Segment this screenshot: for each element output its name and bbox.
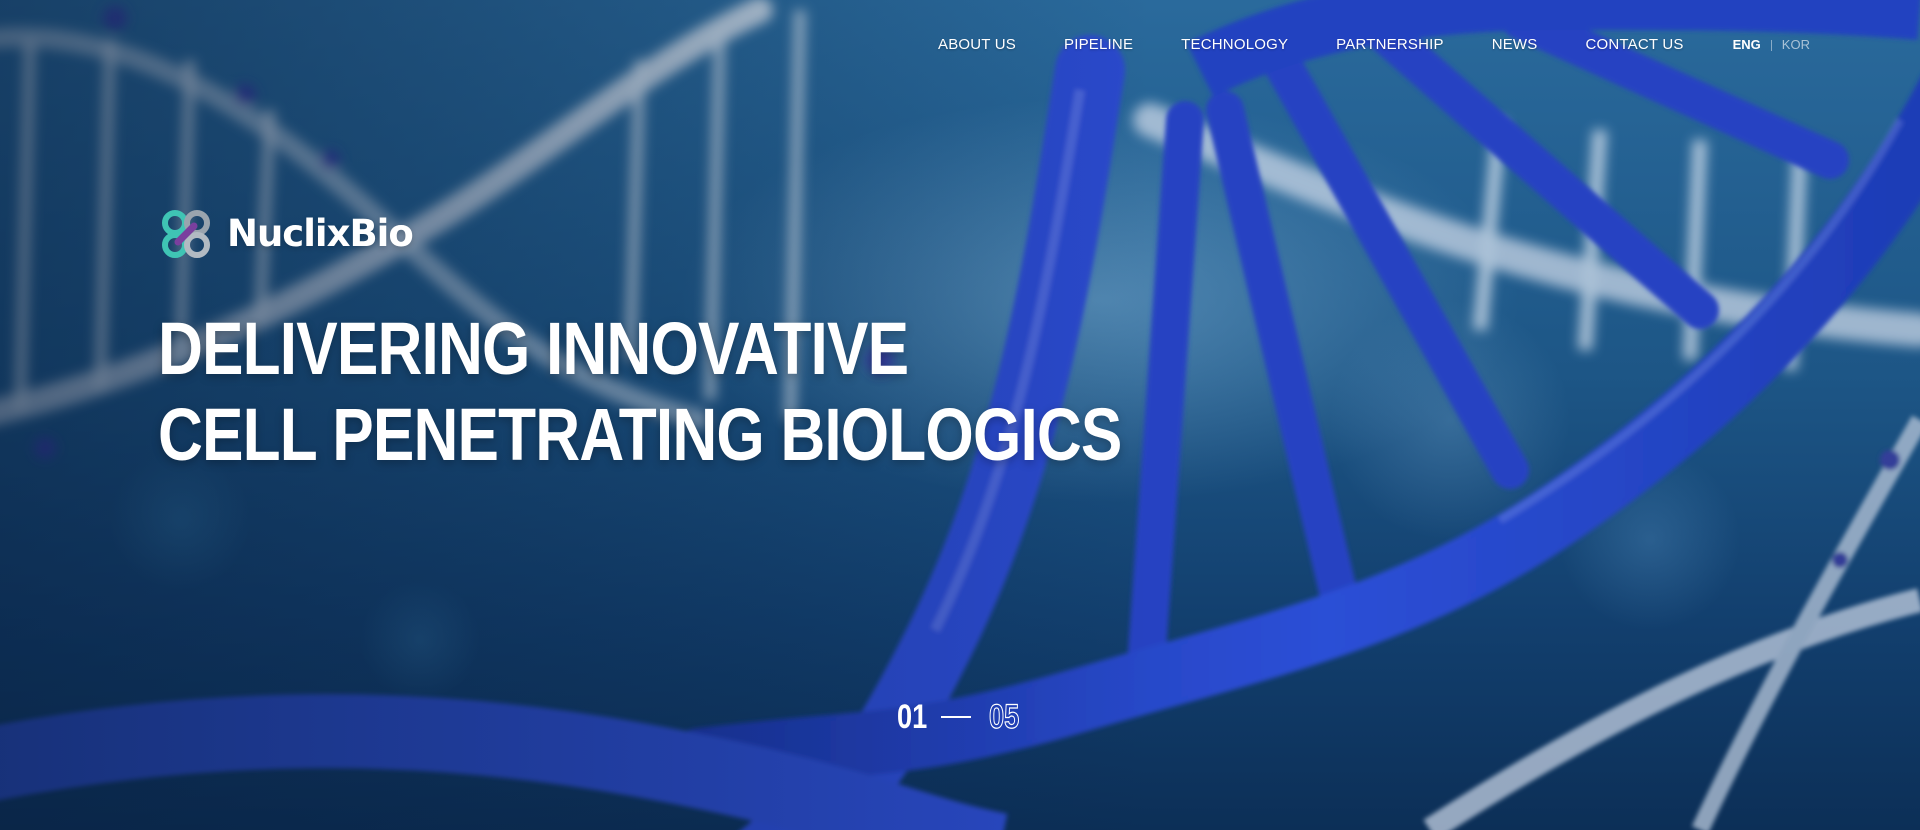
lang-kor-link[interactable]: KOR	[1782, 36, 1810, 54]
lang-divider	[1770, 39, 1772, 51]
slide-indicator: 01 05	[897, 697, 1027, 737]
slide-current-number: 01	[897, 698, 928, 736]
lang-eng-link[interactable]: ENG	[1733, 36, 1761, 54]
nav-item-partnership[interactable]: PARTNERSHIP	[1336, 36, 1444, 54]
slide-total-number: 05	[989, 697, 1020, 736]
hero-headline: DELIVERING INNOVATIVE CELL PENETRATING B…	[158, 306, 1122, 478]
hero-section: ABOUT US PIPELINE TECHNOLOGY PARTNERSHIP…	[0, 0, 1920, 830]
language-switcher: ENG KOR	[1733, 36, 1810, 54]
slide-progress-dash	[941, 716, 971, 718]
brand-name: NuclixBio	[227, 212, 414, 255]
nuclixbio-logo-icon	[162, 210, 210, 258]
nav-item-pipeline[interactable]: PIPELINE	[1064, 36, 1133, 54]
nav-item-contact-us[interactable]: CONTACT US	[1586, 36, 1684, 54]
headline-line-1: DELIVERING INNOVATIVE	[158, 307, 909, 390]
nav-item-news[interactable]: NEWS	[1492, 36, 1538, 54]
headline-line-2: CELL PENETRATING BIOLOGICS	[158, 393, 1122, 476]
nav-item-about-us[interactable]: ABOUT US	[938, 36, 1016, 54]
nav-item-technology[interactable]: TECHNOLOGY	[1181, 36, 1288, 54]
brand-logo[interactable]: NuclixBio	[160, 208, 414, 260]
main-navigation: ABOUT US PIPELINE TECHNOLOGY PARTNERSHIP…	[938, 36, 1810, 54]
